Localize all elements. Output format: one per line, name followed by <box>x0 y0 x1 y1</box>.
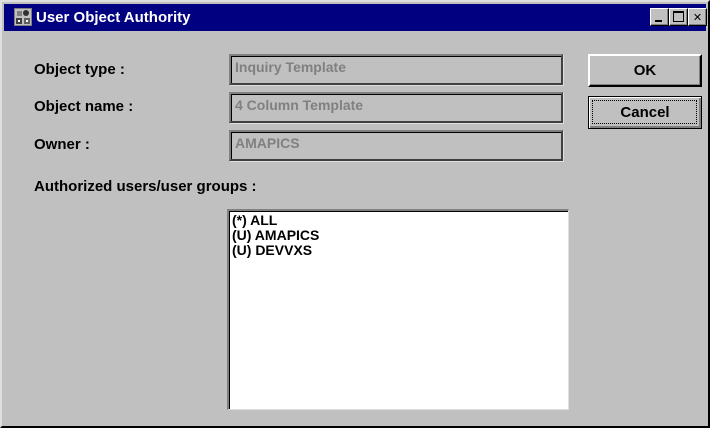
cancel-button-label: Cancel <box>620 103 670 121</box>
user-object-authority-icon <box>14 8 32 26</box>
list-item[interactable]: (U) DEVVXS <box>232 243 565 258</box>
object-type-field: Inquiry Template <box>229 54 563 85</box>
close-icon: ✕ <box>692 10 703 24</box>
title-bar[interactable]: User Object Authority ✕ <box>4 4 707 31</box>
authorized-users-list[interactable]: (*) ALL (U) AMAPICS (U) DEVVXS <box>227 209 569 410</box>
maximize-icon <box>673 11 684 22</box>
owner-field: AMAPICS <box>229 130 563 161</box>
cancel-button[interactable]: Cancel <box>588 96 702 129</box>
ok-button-label: OK <box>633 61 657 79</box>
owner-label: Owner : <box>34 136 90 153</box>
close-button[interactable]: ✕ <box>688 8 707 26</box>
list-item[interactable]: (*) ALL <box>232 213 565 228</box>
maximize-button[interactable] <box>669 8 688 26</box>
user-object-authority-dialog: User Object Authority ✕ Object type : In… <box>0 0 710 428</box>
object-type-label: Object type : <box>34 61 125 78</box>
ok-button[interactable]: OK <box>588 54 702 87</box>
window-title: User Object Authority <box>36 9 191 26</box>
minimize-icon <box>655 20 662 22</box>
authorized-users-label: Authorized users/user groups : <box>34 178 257 195</box>
object-name-field: 4 Column Template <box>229 92 563 123</box>
list-item[interactable]: (U) AMAPICS <box>232 228 565 243</box>
object-name-label: Object name : <box>34 98 134 115</box>
minimize-button[interactable] <box>650 8 669 26</box>
